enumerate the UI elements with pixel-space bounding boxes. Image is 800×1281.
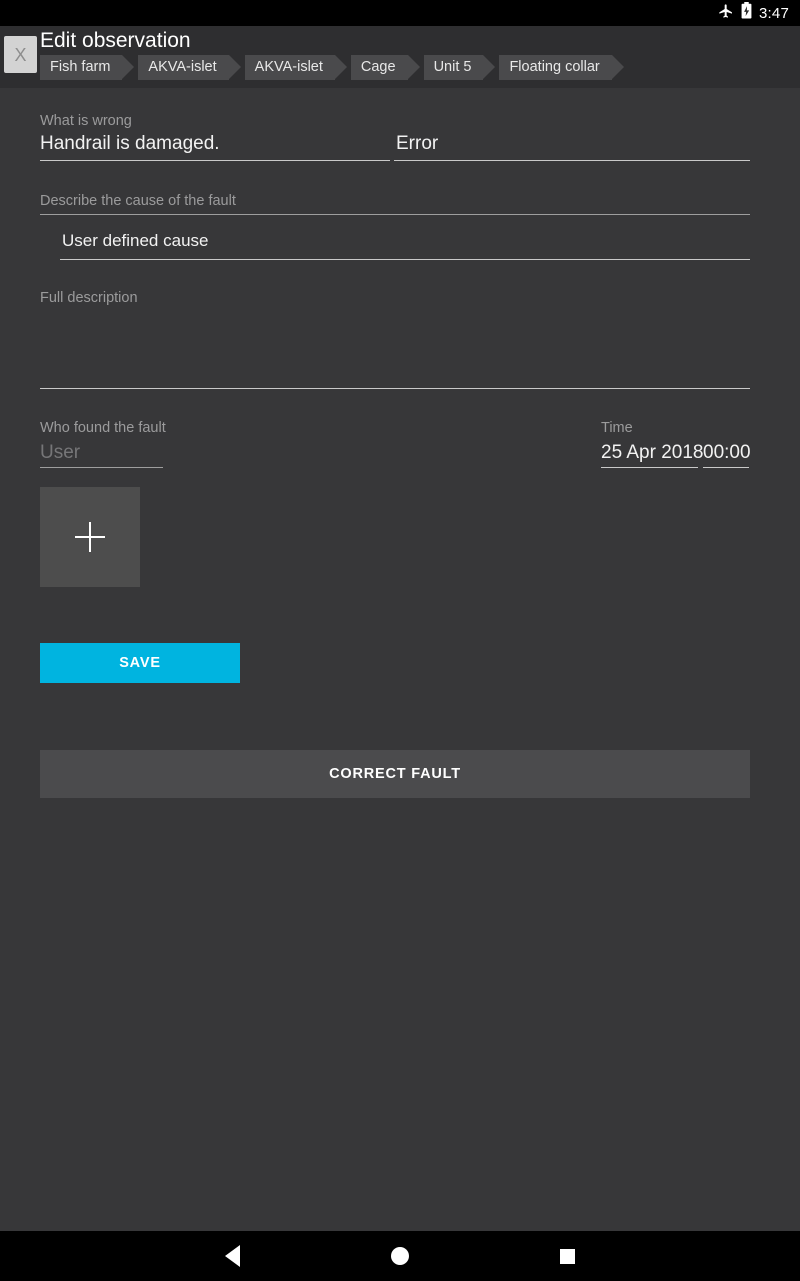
date-underline — [601, 467, 698, 468]
who-found-underline — [40, 467, 163, 468]
back-triangle-icon[interactable] — [225, 1245, 241, 1267]
cause-label: Describe the cause of the fault — [40, 193, 236, 209]
cause-value-underline — [60, 259, 750, 260]
breadcrumb-item-akva-islet-2[interactable]: AKVA-islet — [244, 55, 348, 80]
fault-description-input[interactable]: Handrail is damaged. — [40, 132, 220, 156]
save-button[interactable]: SAVE — [40, 643, 240, 683]
android-navigation-bar — [0, 1231, 800, 1281]
fault-type-underline — [394, 160, 750, 161]
recents-square-icon[interactable] — [559, 1248, 575, 1264]
cause-section-underline — [40, 214, 750, 215]
status-bar: 3:47 — [0, 0, 800, 26]
date-input[interactable]: 25 Apr 2018 — [601, 441, 703, 465]
battery-charging-icon — [741, 2, 752, 24]
time-input[interactable]: 00:00 — [703, 441, 751, 465]
breadcrumb-item-floating-collar[interactable]: Floating collar — [499, 55, 625, 80]
what-is-wrong-label: What is wrong — [40, 113, 132, 129]
fault-type-input[interactable]: Error — [396, 132, 438, 156]
plus-icon-vertical — [89, 522, 91, 552]
app-header: X Edit observation Fish farm AKVA-islet … — [0, 26, 800, 88]
fault-description-underline — [40, 160, 390, 161]
full-description-underline — [40, 388, 750, 389]
breadcrumb-item-akva-islet-1[interactable]: AKVA-islet — [138, 55, 241, 80]
close-button[interactable]: X — [4, 36, 37, 73]
breadcrumb-item-fish-farm[interactable]: Fish farm — [40, 55, 135, 80]
breadcrumb-item-cage[interactable]: Cage — [350, 55, 420, 80]
time-label: Time — [601, 420, 633, 436]
cause-value[interactable]: User defined cause — [62, 229, 208, 253]
full-description-label: Full description — [40, 290, 138, 306]
page-title: Edit observation — [40, 29, 191, 52]
who-found-label: Who found the fault — [40, 420, 166, 436]
status-bar-clock: 3:47 — [759, 4, 789, 22]
correct-fault-button[interactable]: CORRECT FAULT — [40, 750, 750, 798]
airplane-mode-icon — [718, 3, 734, 24]
who-found-input[interactable]: User — [40, 441, 80, 465]
time-underline — [703, 467, 749, 468]
add-photo-button[interactable] — [40, 487, 140, 587]
home-circle-icon[interactable] — [390, 1247, 409, 1265]
app-screen: 3:47 X Edit observation Fish farm AKVA-i… — [0, 0, 800, 1281]
form-content: What is wrong Handrail is damaged. Error… — [0, 88, 800, 1231]
breadcrumb-item-unit-5[interactable]: Unit 5 — [423, 55, 496, 80]
breadcrumb: Fish farm AKVA-islet AKVA-islet Cage Uni… — [40, 55, 628, 80]
